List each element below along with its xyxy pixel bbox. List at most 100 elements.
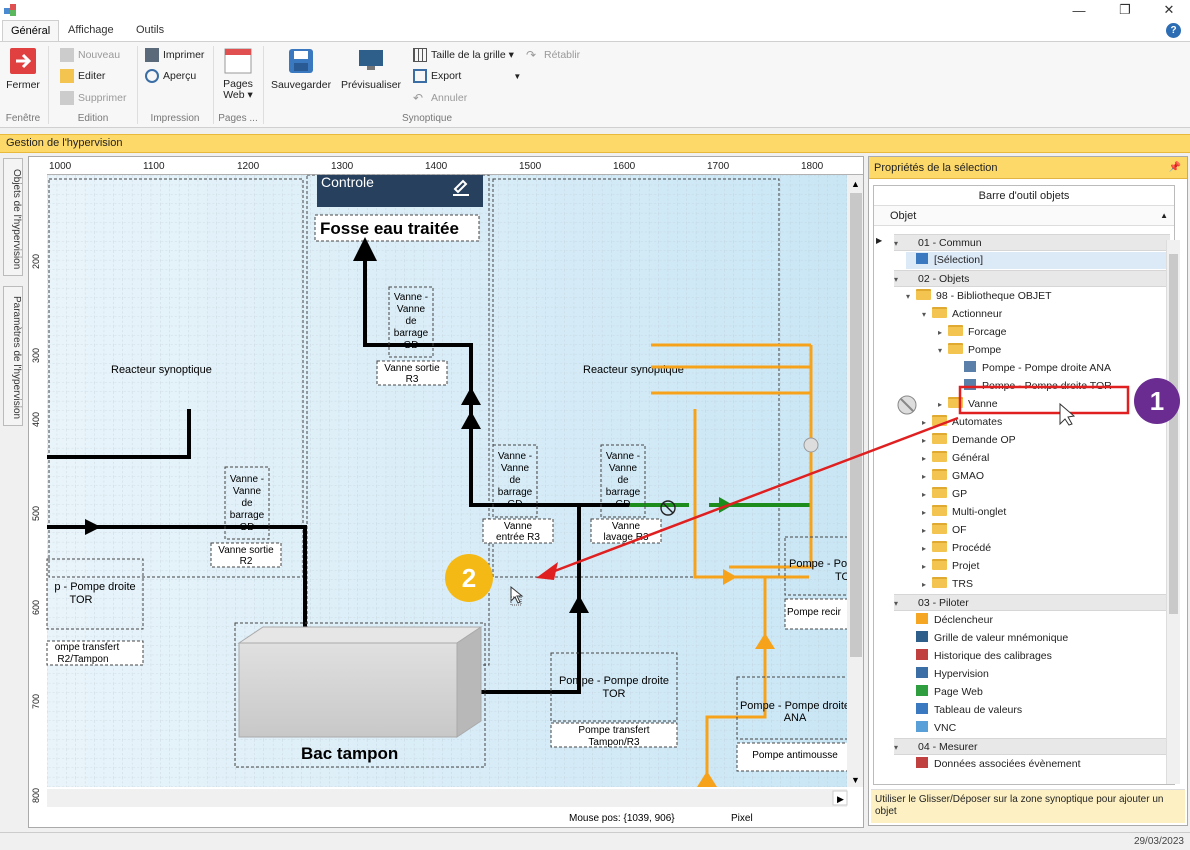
retablir-button[interactable]: ↷ Rétablir <box>526 46 580 64</box>
collapse-icon[interactable]: ▾ <box>894 235 904 252</box>
tree-item[interactable]: Hypervision <box>906 666 1170 683</box>
tree-item[interactable]: Grille de valeur mnémonique <box>906 630 1170 647</box>
collapse-icon[interactable]: ▾ <box>894 271 904 288</box>
tree-item[interactable]: [Sélection] <box>906 252 1170 269</box>
tab-affichage[interactable]: Affichage <box>60 20 122 41</box>
tree-item[interactable]: ▾ 98 - Bibliotheque OBJET <box>906 288 1170 305</box>
scroll-right-icon[interactable]: ▶ <box>837 794 844 804</box>
fermer-button[interactable]: Fermer <box>4 46 42 91</box>
tree-item[interactable]: Déclencheur <box>906 612 1170 629</box>
tree-item[interactable]: Pompe - Pompe droite ANA <box>954 360 1170 377</box>
tree-item[interactable]: ▸ Automates <box>922 414 1170 431</box>
pages-web-label: Pages Web ▾ <box>223 78 253 101</box>
tree-item[interactable]: ▸ Procédé <box>922 540 1170 557</box>
expand-icon[interactable]: ▸ <box>922 450 932 467</box>
tree-item[interactable]: ▾ 03 - Piloter <box>894 594 1170 611</box>
taille-grille-button[interactable]: Taille de la grille ▾ <box>413 46 514 64</box>
expand-icon[interactable]: ▸ <box>922 576 932 593</box>
minimize-button[interactable]: — <box>1056 0 1102 20</box>
supprimer-button[interactable]: Supprimer <box>60 89 126 107</box>
export-button[interactable]: Export ▼ <box>413 67 521 85</box>
collapse-icon[interactable]: ▾ <box>894 595 904 612</box>
tree-item[interactable]: ▾ 01 - Commun <box>894 234 1170 251</box>
scroll-down-icon[interactable]: ▼ <box>851 775 860 785</box>
folder-icon <box>932 451 947 462</box>
save-icon <box>289 49 313 73</box>
tree-item[interactable]: ▸ Projet <box>922 558 1170 575</box>
tree-item[interactable]: ▸ Demande OP <box>922 432 1170 449</box>
annuler-button[interactable]: ↶ Annuler <box>413 89 467 107</box>
expand-icon[interactable]: ▸ <box>922 414 932 431</box>
expand-icon[interactable]: ▸ <box>938 396 948 413</box>
synoptic-drawing[interactable]: 1000 1100 1200 1300 1400 1500 1600 1700 … <box>29 157 864 828</box>
collapse-icon[interactable]: ▾ <box>922 306 932 323</box>
column-header-label: Objet <box>890 210 917 222</box>
tree-item[interactable]: ▾ Actionneur <box>922 306 1170 323</box>
previsualiser-button[interactable]: Prévisualiser <box>338 46 404 91</box>
object-tree: ▾ 01 - Commun [Sélection] ▾ 02 - Objets ▾ 98 -… <box>874 234 1174 784</box>
tree-item-label: Grille de valeur mnémonique <box>934 632 1069 644</box>
ruler-label: 1700 <box>707 161 730 172</box>
imprimer-button[interactable]: Imprimer <box>145 46 204 64</box>
tree-scrollbar[interactable] <box>1166 240 1180 784</box>
scroll-up-icon[interactable]: ▲ <box>851 179 860 189</box>
tree-item[interactable]: Historique des calibrages <box>906 648 1170 665</box>
tree-item[interactable]: Tableau de valeurs <box>906 702 1170 719</box>
expand-icon[interactable]: ▸ <box>938 324 948 341</box>
column-header-objet[interactable]: Objet ▲ <box>874 206 1174 226</box>
tree-item[interactable]: ▸ GP <box>922 486 1170 503</box>
tree-item[interactable]: VNC <box>906 720 1170 737</box>
obj-icon <box>964 379 976 390</box>
tree-item[interactable]: ▸ Multi-onglet <box>922 504 1170 521</box>
tree-item-label: Procédé <box>952 542 992 554</box>
tree-item[interactable]: ▸ Général <box>922 450 1170 467</box>
preview-icon <box>145 69 159 83</box>
close-button[interactable]: ✕ <box>1146 0 1190 20</box>
expand-icon[interactable]: ▸ <box>922 558 932 575</box>
tree-item-label: Page Web <box>934 686 983 698</box>
tree-item[interactable]: ▸ GMAO <box>922 468 1170 485</box>
collapse-icon[interactable]: ▾ <box>906 288 916 305</box>
tree-item-label: 04 - Mesurer <box>918 741 978 753</box>
restore-button[interactable]: ❐ <box>1102 0 1148 20</box>
synoptic-canvas[interactable]: 1000 1100 1200 1300 1400 1500 1600 1700 … <box>28 156 864 828</box>
editer-button[interactable]: Editer <box>60 67 105 85</box>
expand-icon[interactable]: ▸ <box>922 486 932 503</box>
tree-item[interactable]: ▸ Forcage <box>938 324 1170 341</box>
expand-icon[interactable]: ▸ <box>922 432 932 449</box>
tree-item[interactable]: ▾ 04 - Mesurer <box>894 738 1170 755</box>
tree-item[interactable]: ▸ TRS <box>922 576 1170 593</box>
pin-icon[interactable]: 📌 <box>1169 157 1181 179</box>
expand-icon[interactable]: ▸ <box>922 540 932 557</box>
help-icon[interactable]: ? <box>1166 23 1181 38</box>
group-label-synoptique: Synoptique <box>401 113 453 124</box>
canvas-vscroll-thumb[interactable] <box>850 193 862 657</box>
vnc-icon <box>916 721 928 732</box>
tree-item[interactable]: ▾ 02 - Objets <box>894 270 1170 287</box>
vanne-entree-text: barrage <box>498 487 533 498</box>
pages-web-button[interactable]: Pages Web ▾ <box>218 46 258 101</box>
tree-item[interactable]: Données associées évènement <box>906 756 1170 773</box>
expand-icon[interactable]: ▸ <box>922 504 932 521</box>
pompe-left-label: R2/Tampon <box>57 654 108 665</box>
sidetab-parametres[interactable]: Paramètres de l'hypervision <box>3 286 23 426</box>
obj-icon <box>964 361 976 372</box>
tree-item[interactable]: ▸ OF <box>922 522 1170 539</box>
tab-general[interactable]: Général <box>2 20 60 41</box>
tab-outils[interactable]: Outils <box>128 20 172 41</box>
apercu-button[interactable]: Aperçu <box>145 67 196 85</box>
tree-item[interactable]: Page Web <box>906 684 1170 701</box>
sidetab-objets[interactable]: Objets de l'hypervision <box>3 158 23 276</box>
tree-item[interactable]: ▾ Pompe <box>938 342 1170 359</box>
folder-icon <box>932 523 947 534</box>
sauvegarder-button[interactable]: Sauvegarder <box>270 46 332 91</box>
canvas-hscrollbar[interactable] <box>47 789 847 807</box>
title-bar: — ❐ ✕ <box>0 0 1190 20</box>
tree-scroll-thumb[interactable] <box>1169 254 1178 614</box>
nouveau-button[interactable]: Nouveau <box>60 46 120 64</box>
expand-icon[interactable]: ▸ <box>922 522 932 539</box>
collapse-icon[interactable]: ▾ <box>894 739 904 756</box>
expand-icon[interactable]: ▸ <box>922 468 932 485</box>
delete-icon <box>60 91 74 105</box>
collapse-icon[interactable]: ▾ <box>938 342 948 359</box>
